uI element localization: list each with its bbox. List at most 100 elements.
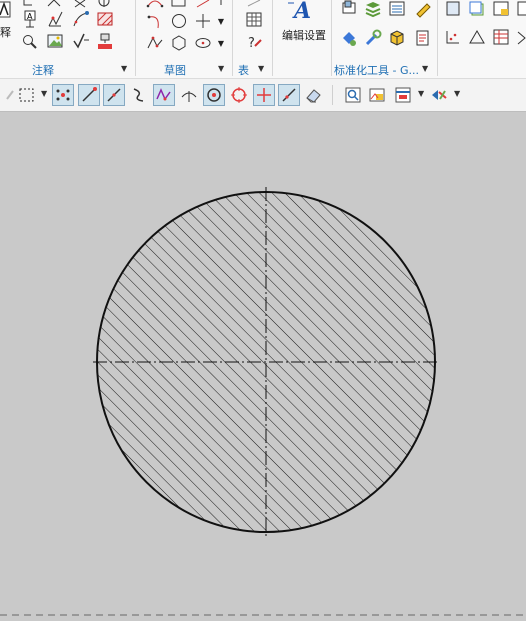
image-view-button[interactable] [366,84,388,106]
zoom-view-icon [345,87,361,103]
zoom-view-button[interactable] [342,84,364,106]
annotation-group-label: 注释 [32,64,54,77]
selection-dropdown-icon[interactable]: ▼ [41,89,47,98]
ellipse-icon[interactable] [194,34,212,52]
drawing-canvas[interactable] [0,112,526,618]
ribbon-divider [437,0,438,76]
image-view-icon [369,88,385,102]
line-icon [107,88,121,102]
center-point-icon [207,88,221,102]
title-block-icon[interactable] [492,0,510,18]
point-icon[interactable] [194,12,212,30]
ribbon-divider [232,0,233,76]
std-part-icon[interactable] [340,0,358,18]
annotation-big-button[interactable] [0,0,12,20]
line-endpoint-button[interactable] [78,84,100,106]
cross-mark-icon[interactable] [72,0,88,8]
angle-dimension-icon[interactable] [516,28,526,46]
weld-icon[interactable] [46,0,62,8]
window-layout-icon [395,87,411,103]
frame-icon[interactable] [516,0,526,18]
svg-text:?: ? [248,36,255,51]
database-icon[interactable] [388,0,406,18]
toolbar-divider [332,85,333,105]
picture-icon[interactable] [46,32,64,50]
edit-settings-label: 编辑设置 [282,29,326,42]
ribbon: 释 A 注释 ▼ ▼ ▼ 草图 ▼ ? 表 ▼ A 编辑设置 标准化工具 - G… [0,0,526,79]
leader-icon[interactable] [22,0,38,8]
snap-toolbar: ▼ ▼ ▼ [0,79,526,112]
hatch-icon[interactable] [96,10,114,28]
sketch-group-label: 草图 [164,64,186,77]
surface-finish-icon[interactable] [46,10,64,28]
polyline-snap-button[interactable] [153,84,175,106]
snap-point-button[interactable] [52,84,74,106]
pencil-edit-icon[interactable] [414,0,432,18]
table-group-expand-icon[interactable]: ▼ [258,64,264,73]
rectangle-icon[interactable] [170,0,188,8]
datum-target-icon[interactable] [96,0,112,8]
quadrant-button[interactable] [228,84,250,106]
line-button[interactable] [103,84,125,106]
cube-icon[interactable] [388,28,406,48]
center-point-button[interactable] [203,84,225,106]
midpoint-button[interactable] [278,84,300,106]
window-layout-button[interactable] [392,84,414,106]
svg-text:A: A [292,0,311,24]
window-layout-dropdown-icon[interactable]: ▼ [418,89,424,98]
svg-text:A: A [27,12,33,21]
text-block-icon[interactable]: A [22,10,38,28]
selection-rectangle-icon [19,88,34,102]
polyline-icon[interactable] [146,34,164,52]
view-options-dropdown-icon[interactable]: ▼ [454,89,460,98]
polyline-snap-icon [156,88,171,101]
balloon-leader-icon[interactable] [72,10,90,28]
intersection-button[interactable] [253,84,275,106]
selection-rectangle-button[interactable] [16,84,38,106]
edit-settings-icon: A [288,0,311,24]
multi-sheet-icon[interactable] [468,0,486,18]
layer-stack-icon[interactable] [364,0,382,18]
quadrant-icon [231,87,247,103]
clean-up-icon[interactable] [96,32,114,50]
sheet-icon[interactable] [444,0,462,18]
document-report-icon[interactable] [414,28,432,48]
ribbon-divider [135,0,136,76]
annotation-partial-label: 释 [0,26,11,39]
line-endpoint-icon [82,87,97,102]
table-wizard-icon[interactable]: ? [244,32,264,52]
spline-icon[interactable] [146,12,164,30]
general-table-icon[interactable] [244,10,264,30]
perpendicular-button[interactable] [178,84,200,106]
table-top-icon[interactable] [244,0,264,8]
sketch-group-expand-icon[interactable]: ▼ [218,64,224,73]
view-options-icon [432,90,447,100]
edit-settings-button[interactable]: A [284,0,324,24]
view-options-button[interactable] [428,84,450,106]
curve-icon [133,88,144,102]
annotation-group-expand-icon[interactable]: ▼ [121,64,127,73]
drawing-svg[interactable] [0,112,526,618]
standard-tools-group-label: 标准化工具 - G... [334,64,419,77]
circle-icon[interactable] [170,12,188,30]
triangle-icon[interactable] [468,28,486,46]
curve-button[interactable] [128,84,150,106]
sketch-dropdown-icon-1[interactable]: ▼ [216,14,226,28]
snap-point-icon [56,89,70,101]
sketch-more-icon[interactable] [216,0,226,8]
perpendicular-icon [181,91,197,102]
sketch-dropdown-icon-2[interactable]: ▼ [216,36,226,50]
zoom-region-icon[interactable] [22,32,38,50]
check-mark-icon[interactable] [72,32,90,50]
dimension-chain-icon[interactable] [444,28,462,46]
assembly-icon[interactable] [340,28,358,48]
parts-list-icon[interactable] [492,28,510,46]
eraser-icon [306,89,321,103]
sketch-line-icon[interactable] [194,0,212,8]
ribbon-divider [331,0,332,76]
standard-tools-group-expand-icon[interactable]: ▼ [422,64,428,73]
polygon-icon[interactable] [170,34,188,52]
eraser-button[interactable] [302,84,324,106]
tool-wrench-icon[interactable] [364,28,382,48]
arc-icon[interactable] [146,0,164,8]
